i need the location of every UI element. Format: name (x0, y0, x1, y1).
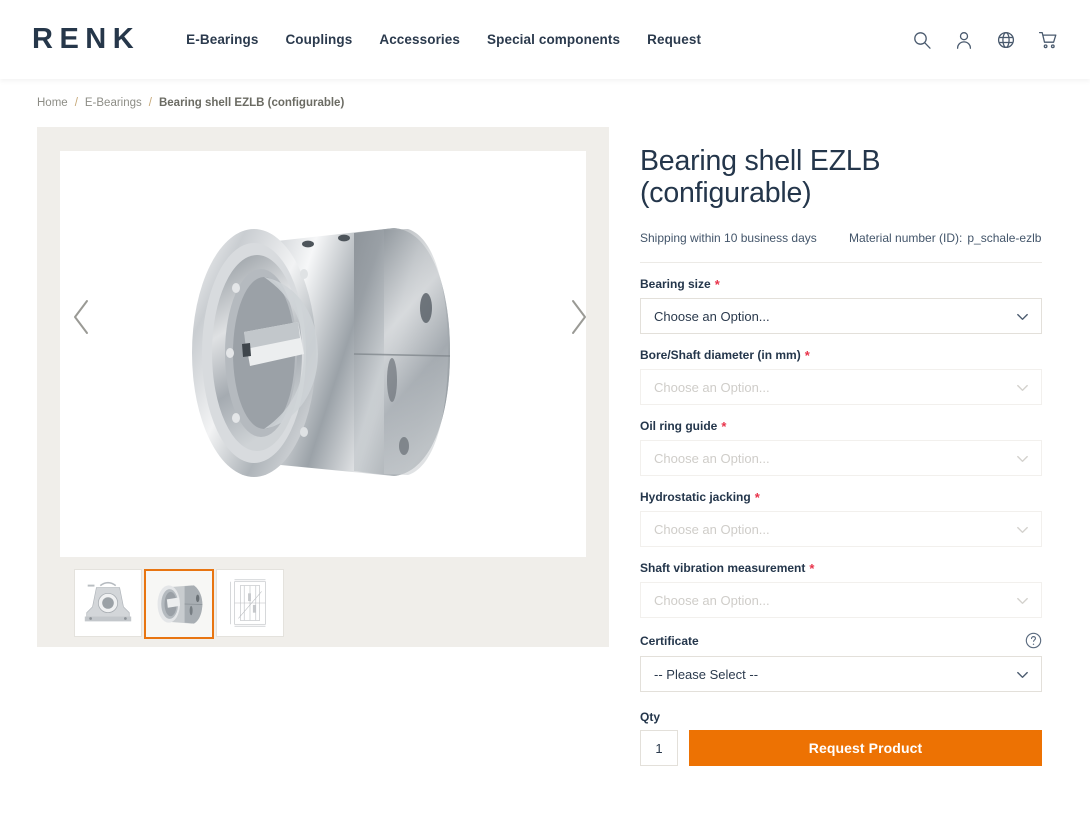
pillow-block-housing-icon (84, 581, 132, 622)
nav-item-couplings[interactable]: Couplings (285, 32, 352, 47)
required-asterisk: * (714, 276, 720, 292)
label-text: Hydrostatic jacking (640, 490, 751, 505)
technical-drawing-icon (230, 579, 266, 627)
thumbnail-bearing-shell[interactable] (144, 569, 214, 639)
qty-label: Qty (640, 710, 661, 725)
select-value: Choose an Option... (654, 308, 770, 324)
chevron-down-icon (1015, 593, 1030, 608)
site-header: RENK E-Bearings Couplings Accessories Sp… (0, 0, 1090, 79)
label-certificate: Certificate (640, 632, 1042, 649)
gallery-thumbnail-strip (74, 569, 286, 639)
material-number: Material number (ID): p_schale-ezlb (849, 231, 1041, 245)
material-number-value: p_schale-ezlb (967, 231, 1042, 246)
select-value: Choose an Option... (654, 379, 770, 395)
product-layout: Bearing shell EZLB (configurable) Shippi… (0, 127, 1090, 767)
chevron-down-icon (1015, 522, 1030, 537)
required-asterisk: * (721, 418, 727, 434)
label-text: Bore/Shaft diameter (in mm) (640, 348, 801, 363)
product-title: Bearing shell EZLB (configurable) (640, 145, 881, 210)
shipping-info: Shipping within 10 business days (640, 231, 817, 246)
label-bearing-size: Bearing size * (640, 277, 1042, 291)
chevron-down-icon (1015, 667, 1030, 682)
thumbnail-pillow-block-housing[interactable] (74, 569, 142, 637)
select-certificate[interactable]: -- Please Select -- (640, 656, 1042, 693)
gallery-main-stage (60, 151, 586, 557)
select-shaft-vibration-measurement[interactable]: Choose an Option... (640, 582, 1042, 619)
thumbnail-technical-drawing[interactable] (216, 569, 284, 637)
select-value: Choose an Option... (654, 521, 770, 537)
label-text: Oil ring guide (640, 419, 718, 434)
required-asterisk: * (754, 489, 760, 505)
field-bearing-size: Bearing size * Choose an Option... (640, 277, 1042, 335)
gallery-prev-arrow[interactable] (57, 277, 107, 357)
required-asterisk: * (809, 560, 815, 576)
chevron-down-icon (1015, 380, 1030, 395)
label-text: Certificate (640, 633, 699, 648)
label-oil-ring-guide: Oil ring guide * (640, 419, 1042, 433)
qty-input[interactable] (640, 730, 678, 767)
breadcrumb-item-home[interactable]: Home (37, 97, 68, 109)
nav-item-special-components[interactable]: Special components (487, 32, 620, 47)
breadcrumb-bar: Home / E-Bearings / Bearing shell EZLB (… (0, 79, 1090, 127)
renk-logo[interactable]: RENK (32, 25, 140, 54)
select-value: Choose an Option... (654, 450, 770, 466)
purchase-row: Request Product (640, 730, 1042, 767)
chevron-down-icon (1015, 451, 1030, 466)
breadcrumb-separator: / (148, 97, 152, 109)
product-meta: Shipping within 10 business days Materia… (640, 231, 1042, 264)
account-icon[interactable] (954, 30, 974, 50)
material-number-label: Material number (ID): (849, 231, 963, 246)
bearing-shell-icon (157, 585, 203, 624)
chevron-down-icon (1015, 309, 1030, 324)
main-navigation: E-Bearings Couplings Accessories Special… (186, 32, 701, 47)
required-asterisk: * (804, 347, 810, 363)
product-gallery (37, 127, 609, 647)
globe-icon[interactable] (996, 30, 1016, 50)
gallery-next-arrow[interactable] (553, 277, 603, 357)
breadcrumb-separator: / (74, 97, 78, 109)
select-value: Choose an Option... (654, 592, 770, 608)
nav-item-e-bearings[interactable]: E-Bearings (186, 32, 258, 47)
breadcrumb-current: Bearing shell EZLB (configurable) (158, 97, 345, 109)
header-icon-group (912, 30, 1058, 50)
label-bore-shaft-diameter: Bore/Shaft diameter (in mm) * (640, 348, 1042, 362)
nav-item-accessories[interactable]: Accessories (379, 32, 460, 47)
label-hydrostatic-jacking: Hydrostatic jacking * (640, 490, 1042, 504)
select-bore-shaft-diameter[interactable]: Choose an Option... (640, 369, 1042, 406)
label-text: Bearing size (640, 277, 711, 292)
field-hydrostatic-jacking: Hydrostatic jacking * Choose an Option..… (640, 490, 1042, 548)
breadcrumb: Home / E-Bearings / Bearing shell EZLB (… (37, 97, 344, 109)
select-bearing-size[interactable]: Choose an Option... (640, 298, 1042, 335)
main-product-image (192, 228, 451, 477)
label-text: Shaft vibration measurement (640, 561, 806, 576)
field-oil-ring-guide: Oil ring guide * Choose an Option... (640, 419, 1042, 477)
field-shaft-vibration-measurement: Shaft vibration measurement * Choose an … (640, 561, 1042, 619)
select-value: -- Please Select -- (654, 666, 759, 682)
select-hydrostatic-jacking[interactable]: Choose an Option... (640, 511, 1042, 548)
help-circle-icon[interactable] (1025, 632, 1042, 649)
label-shaft-vibration-measurement: Shaft vibration measurement * (640, 561, 1042, 575)
field-certificate: Certificate -- Please Select -- (640, 632, 1042, 693)
nav-item-request[interactable]: Request (647, 32, 701, 47)
field-bore-shaft-diameter: Bore/Shaft diameter (in mm) * Choose an … (640, 348, 1042, 406)
search-icon[interactable] (912, 30, 932, 50)
request-product-button[interactable]: Request Product (689, 730, 1042, 767)
select-oil-ring-guide[interactable]: Choose an Option... (640, 440, 1042, 477)
breadcrumb-item-e-bearings[interactable]: E-Bearings (85, 97, 142, 109)
cart-icon[interactable] (1038, 30, 1058, 50)
product-details: Bearing shell EZLB (configurable) Shippi… (640, 127, 1042, 767)
